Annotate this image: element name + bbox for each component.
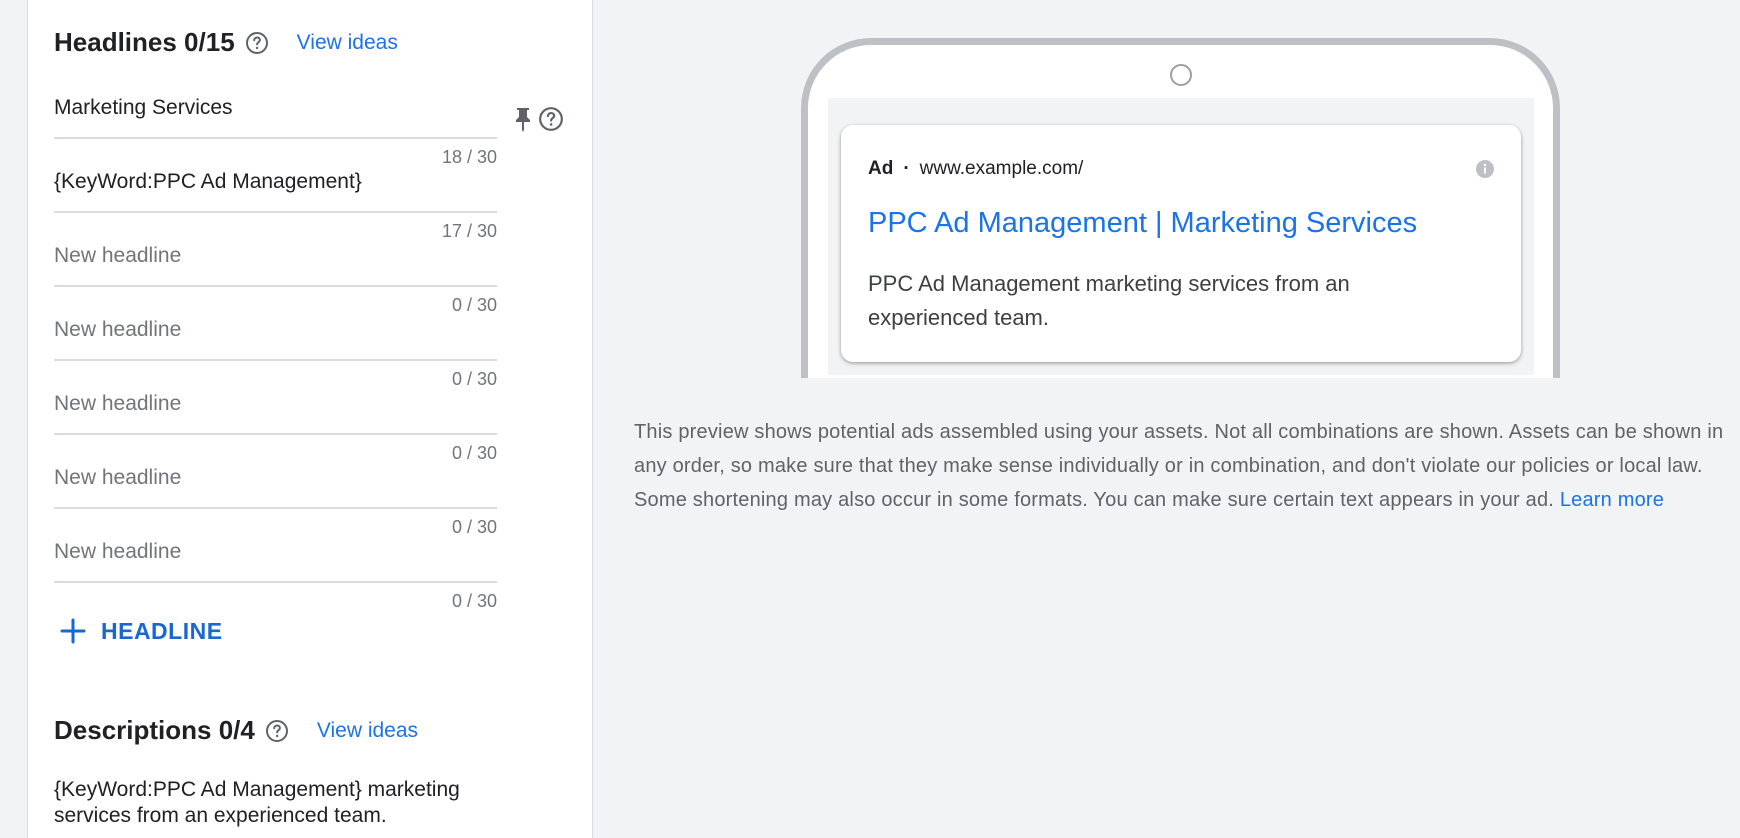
char-counter: 0 / 30 <box>451 591 497 611</box>
plus-icon <box>59 617 87 645</box>
descriptions-title: Descriptions 0/4 <box>54 715 255 745</box>
add-headline-label: HEADLINE <box>101 617 223 644</box>
headlines-header: Headlines 0/15 View ideas <box>54 27 398 58</box>
headline-field-2[interactable]: {KeyWord:PPC Ad Management} 17 / 30 <box>54 162 497 241</box>
help-circle-icon[interactable] <box>538 106 564 132</box>
description-field-1[interactable]: {KeyWord:PPC Ad Management} marketing se… <box>54 777 494 829</box>
field-underline <box>54 359 497 361</box>
headline-field-text[interactable]: Marketing Services <box>54 96 233 120</box>
ad-description: PPC Ad Management marketing services fro… <box>868 271 1350 330</box>
preview-disclaimer: This preview shows potential ads assembl… <box>634 415 1724 517</box>
headline-field-4[interactable]: New headline 0 / 30 <box>54 310 497 389</box>
field-underline <box>54 433 497 435</box>
headline-field-placeholder[interactable]: New headline <box>54 540 181 564</box>
headline-field-placeholder[interactable]: New headline <box>54 318 181 342</box>
headline-field-3[interactable]: New headline 0 / 30 <box>54 236 497 315</box>
headlines-title: Headlines 0/15 <box>54 27 235 57</box>
headline-field-5[interactable]: New headline 0 / 30 <box>54 384 497 463</box>
headline-field-text[interactable]: {KeyWord:PPC Ad Management} <box>54 170 362 194</box>
ad-headline: PPC Ad Management | Marketing Services <box>868 207 1418 239</box>
descriptions-header: Descriptions 0/4 View ideas <box>54 715 418 746</box>
ad-preview-card: Ad · www.example.com/ PPC Ad Management … <box>841 125 1521 362</box>
field-underline <box>54 285 497 287</box>
phone-camera <box>1170 64 1192 86</box>
separator-dot: · <box>903 158 910 179</box>
headline-field-7[interactable]: New headline 0 / 30 <box>54 532 497 611</box>
headline-field-1[interactable]: Marketing Services 18 / 30 <box>54 88 497 167</box>
help-circle-icon[interactable] <box>265 719 289 743</box>
headline-field-placeholder[interactable]: New headline <box>54 244 181 268</box>
pin-icon[interactable] <box>514 106 532 132</box>
field-underline <box>54 581 497 583</box>
headlines-view-ideas-link[interactable]: View ideas <box>297 31 398 55</box>
headline-field-placeholder[interactable]: New headline <box>54 392 181 416</box>
info-icon[interactable] <box>1475 159 1495 179</box>
headline-field-placeholder[interactable]: New headline <box>54 466 181 490</box>
field-underline <box>54 211 497 213</box>
field-underline <box>54 507 497 509</box>
field-underline <box>54 137 497 139</box>
ad-badge: Ad <box>868 158 894 179</box>
add-headline-button[interactable]: HEADLINE <box>59 617 223 645</box>
help-circle-icon[interactable] <box>245 31 269 55</box>
headline-field-6[interactable]: New headline 0 / 30 <box>54 458 497 537</box>
learn-more-link[interactable]: Learn more <box>1560 489 1664 511</box>
ad-display-url: www.example.com/ <box>919 158 1084 179</box>
descriptions-view-ideas-link[interactable]: View ideas <box>317 719 418 743</box>
ad-meta-row: Ad · www.example.com/ <box>868 158 1083 180</box>
